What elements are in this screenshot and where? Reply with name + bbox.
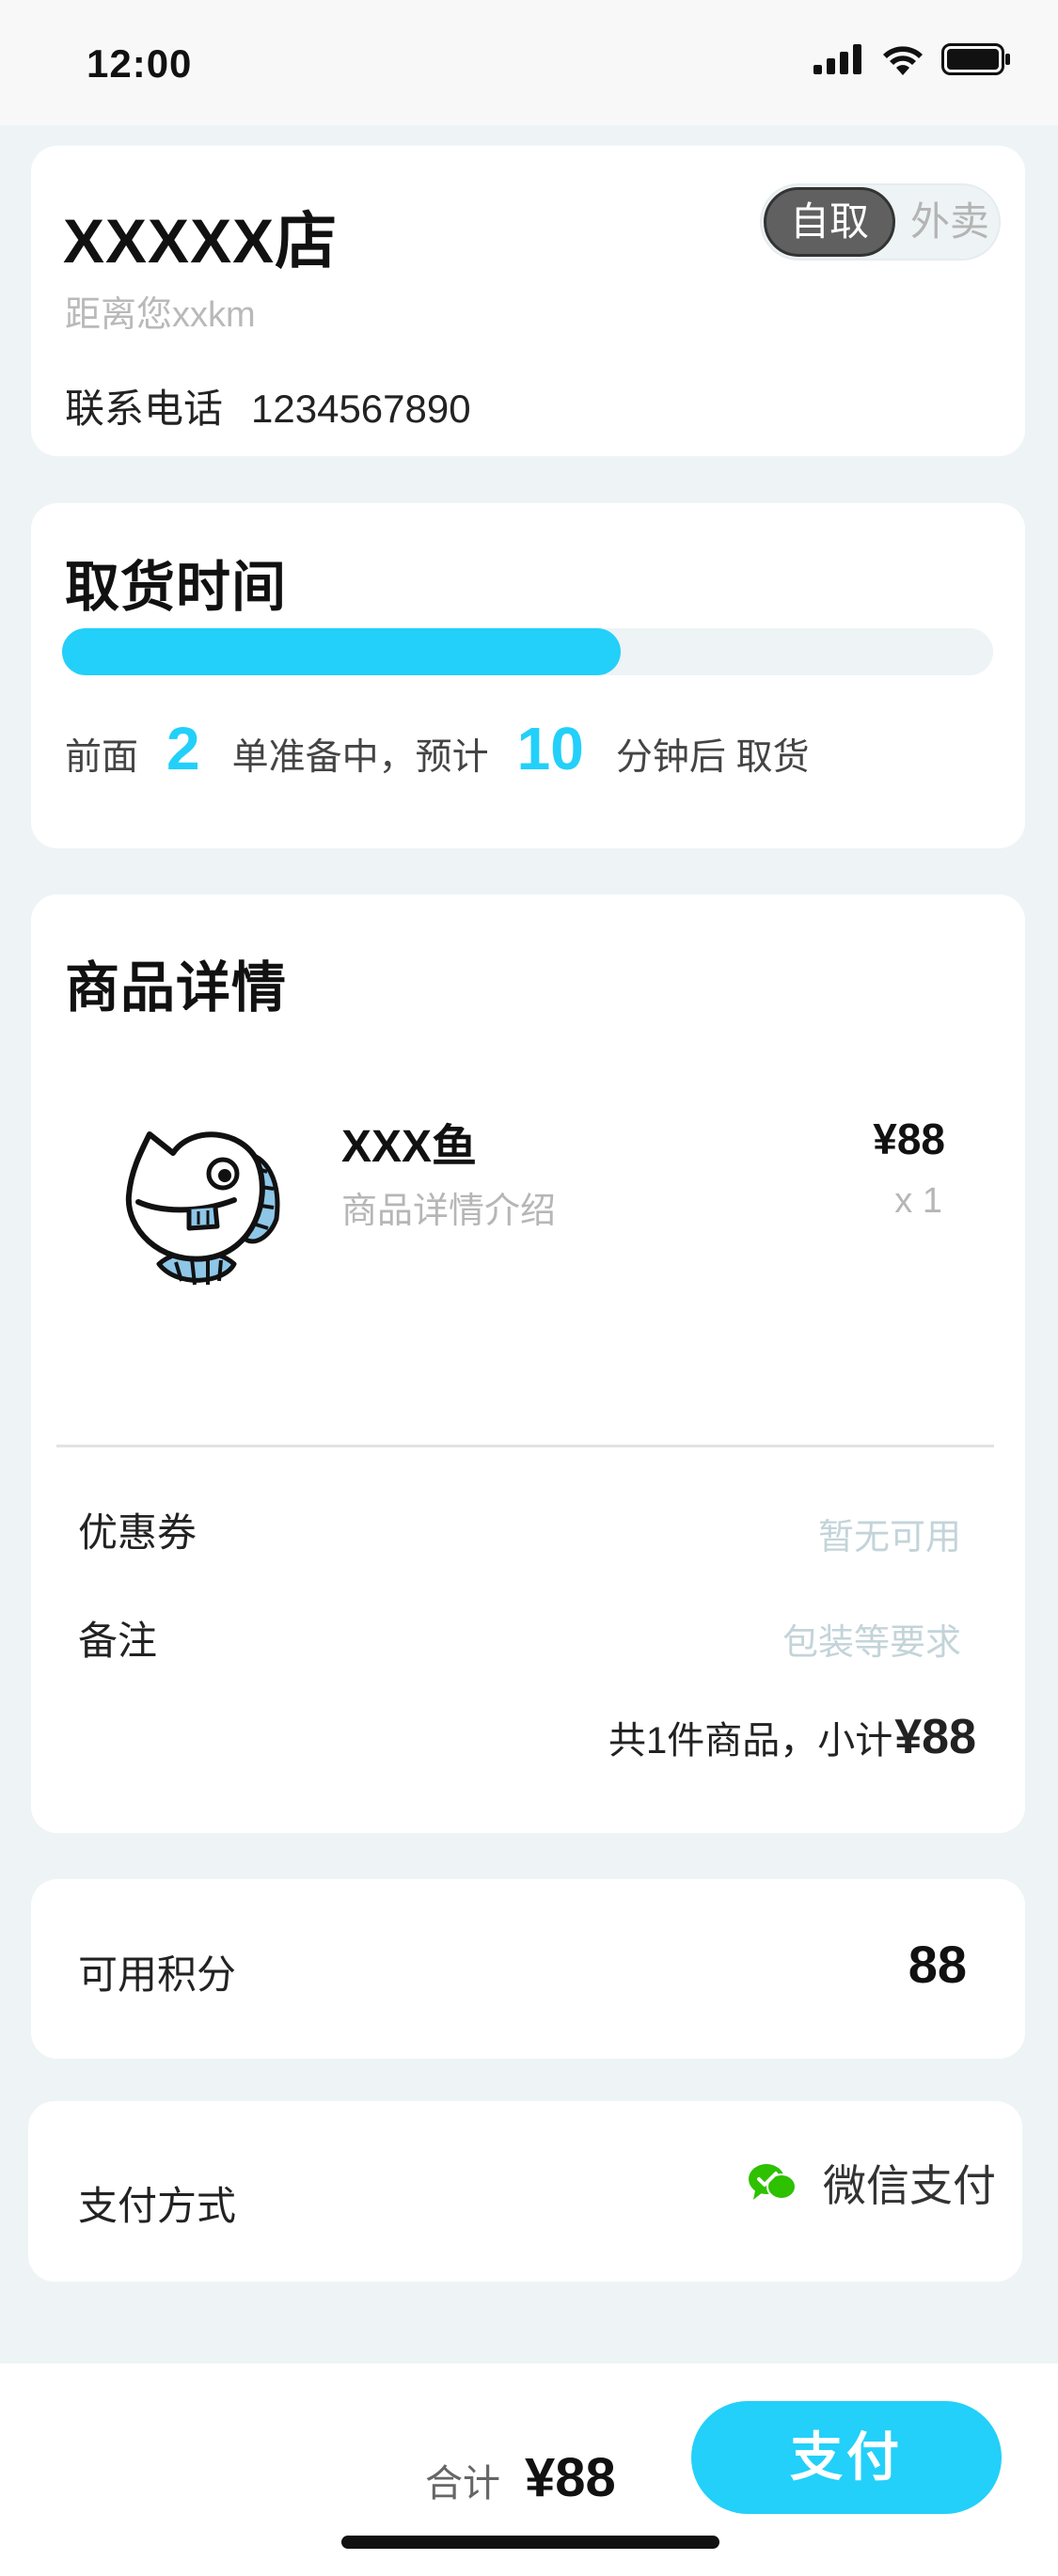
product-price: ¥88 — [873, 1114, 945, 1163]
status-icons — [813, 43, 1011, 75]
status-bar: 12:00 — [0, 0, 1058, 125]
store-card: XXXXX店 距离您xxkm 联系电话 1234567890 自取 外卖 — [31, 146, 1025, 456]
product-description: 商品详情介绍 — [341, 1192, 557, 1231]
mode-option-pickup[interactable]: 自取 — [764, 187, 895, 257]
coupon-selector[interactable]: 暂无可用 — [818, 1508, 961, 1559]
fish-icon — [125, 1131, 280, 1286]
delivery-mode-toggle[interactable]: 自取 外卖 — [760, 183, 1001, 261]
wechat-pay-icon — [749, 2164, 797, 2200]
points-value: 88 — [908, 1935, 967, 1994]
divider — [56, 1445, 994, 1447]
store-name: XXXXX店 — [63, 206, 339, 276]
signal-icon — [813, 44, 861, 74]
pickup-time-card: 取货时间 前面 2 单准备中，预计 10 分钟后 取货 — [31, 503, 1025, 848]
pickup-progress-fill — [62, 628, 621, 675]
order-total: 合计 ¥88 — [425, 2446, 616, 2509]
status-time: 12:00 — [87, 41, 193, 86]
store-distance: 距离您xxkm — [65, 295, 256, 335]
home-indicator — [341, 2536, 719, 2549]
product-section-title: 商品详情 — [65, 957, 288, 1019]
payment-method-name: 微信支付 — [823, 2161, 996, 2210]
product-quantity: x 1 — [894, 1181, 942, 1221]
remark-label: 备注 — [78, 1619, 158, 1663]
checkout-bar: 合计 ¥88 支付 — [0, 2363, 1058, 2576]
product-name: XXX鱼 — [341, 1122, 478, 1172]
wifi-icon — [883, 46, 923, 75]
subtotal-label: 共1件商品，小计 — [608, 1720, 893, 1762]
orders-ahead-count: 2 — [166, 715, 200, 782]
pickup-text-after: 分钟后 取货 — [615, 737, 810, 778]
total-label: 合计 — [425, 2463, 500, 2505]
pickup-text-before: 前面 — [65, 737, 139, 778]
battery-icon — [941, 43, 1010, 75]
pickup-minutes: 10 — [516, 715, 584, 782]
points-card[interactable]: 可用积分 88 — [31, 1879, 1025, 2059]
payment-method-card[interactable]: 支付方式 微信支付 — [28, 2101, 1022, 2282]
points-label: 可用积分 — [78, 1952, 237, 1997]
subtotal-amount: ¥88 — [894, 1710, 976, 1764]
pay-button[interactable]: 支付 — [691, 2401, 1002, 2514]
total-amount: ¥88 — [525, 2447, 616, 2508]
payment-method-label: 支付方式 — [78, 2184, 237, 2228]
pickup-estimate: 前面 2 单准备中，预计 10 分钟后 取货 — [65, 714, 810, 783]
payment-method-selector[interactable]: 微信支付 — [748, 2152, 996, 2214]
mode-option-delivery[interactable]: 外卖 — [903, 187, 997, 257]
product-details-card: 商品详情 XXX鱼 商品详情介绍 ¥88 x 1 优惠券 暂无可用 备注 包装等… — [31, 894, 1025, 1833]
remark-input[interactable]: 包装等要求 — [782, 1613, 961, 1665]
phone-label: 联系电话 — [65, 387, 224, 431]
store-phone[interactable]: 联系电话 1234567890 — [65, 377, 471, 435]
subtotal: 共1件商品，小计 ¥88 — [608, 1709, 976, 1765]
pickup-title: 取货时间 — [65, 557, 288, 618]
pickup-text-middle: 单准备中，预计 — [231, 737, 489, 778]
coupon-label: 优惠券 — [78, 1510, 197, 1555]
pickup-progress-bar — [62, 628, 993, 675]
phone-number[interactable]: 1234567890 — [251, 387, 471, 431]
